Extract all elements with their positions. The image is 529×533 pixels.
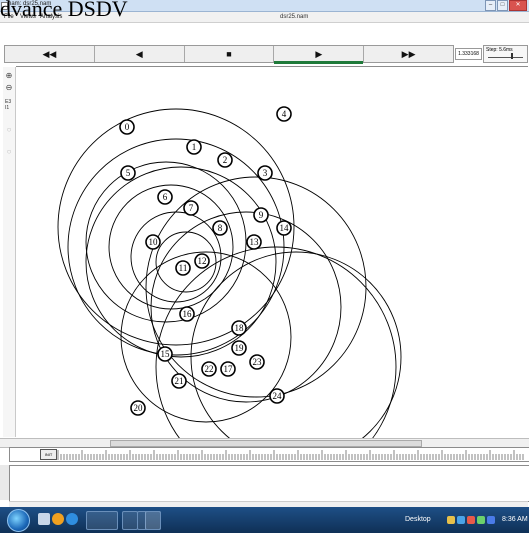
node-label: 23 bbox=[253, 357, 263, 367]
play-button[interactable]: ▶ bbox=[274, 46, 365, 64]
network-node[interactable]: 7 bbox=[183, 200, 199, 216]
zoom-out-icon[interactable]: ⊖ bbox=[5, 83, 13, 92]
step-slider-thumb[interactable] bbox=[511, 53, 513, 59]
step-label: Step: 5.6ms bbox=[486, 47, 513, 53]
step-slider-track[interactable] bbox=[488, 57, 523, 58]
tool-column: ⊕ ⊖ E3 I1 ○ ○ bbox=[3, 67, 16, 437]
network-node[interactable]: 6 bbox=[157, 189, 173, 205]
node-label: 0 bbox=[125, 122, 130, 132]
close-button[interactable]: ✕ bbox=[509, 0, 527, 11]
taskbar-app-button[interactable] bbox=[122, 511, 138, 530]
network-node[interactable]: 8 bbox=[212, 220, 228, 236]
network-node[interactable]: 19 bbox=[231, 340, 247, 356]
node-label: 9 bbox=[259, 210, 264, 220]
file-name-label: dsr25.nam bbox=[280, 14, 309, 20]
node-label: 15 bbox=[161, 349, 171, 359]
node-label: 3 bbox=[263, 168, 268, 178]
network-node[interactable]: 20 bbox=[130, 400, 146, 416]
browser-icon[interactable] bbox=[66, 513, 78, 525]
network-node[interactable]: 16 bbox=[179, 306, 195, 322]
network-node[interactable]: 4 bbox=[276, 106, 292, 122]
firefox-icon[interactable] bbox=[52, 513, 64, 525]
window-controls: – □ ✕ bbox=[485, 0, 527, 11]
network-node[interactable]: 11 bbox=[175, 260, 191, 276]
node-label: 1 bbox=[192, 142, 197, 152]
fast-forward-button[interactable]: ▶▶ bbox=[364, 46, 453, 62]
maximize-button[interactable]: □ bbox=[497, 0, 508, 11]
node-label: 24 bbox=[273, 391, 283, 401]
step-back-button[interactable]: ◀ bbox=[95, 46, 185, 62]
node-label: 21 bbox=[175, 376, 184, 386]
node-label: 17 bbox=[224, 364, 234, 374]
network-node[interactable]: 2 bbox=[217, 152, 233, 168]
tray-icon[interactable] bbox=[467, 516, 475, 524]
node-label: 11 bbox=[179, 263, 188, 273]
playback-controls: ◀◀ ◀ ■ ▶ ▶▶ bbox=[4, 45, 454, 64]
range-circle bbox=[190, 251, 402, 463]
time-readout: 1.333168 bbox=[455, 48, 482, 60]
taskbar-folder-button[interactable] bbox=[86, 511, 118, 530]
node-label: 12 bbox=[198, 256, 207, 266]
clock: 8:36 AM bbox=[502, 516, 528, 523]
taskbar-app-icon[interactable] bbox=[38, 513, 50, 525]
network-node[interactable]: 23 bbox=[249, 354, 265, 370]
node-label: 14 bbox=[280, 223, 290, 233]
node-label: 16 bbox=[183, 309, 193, 319]
network-node[interactable]: 10 bbox=[145, 234, 161, 250]
network-canvas[interactable]: 0 1 2 3 4 5 6 7 8 9 10 11 12 13 14 15 16 17 18 19 20 21 22 23 24 bbox=[16, 66, 528, 488]
network-node[interactable]: 22 bbox=[201, 361, 217, 377]
node-label: 4 bbox=[282, 109, 287, 119]
network-node[interactable]: 18 bbox=[231, 320, 247, 336]
minimize-button[interactable]: – bbox=[485, 0, 496, 11]
tool-circle-icon-2[interactable]: ○ bbox=[5, 147, 13, 156]
node-label: 13 bbox=[250, 237, 260, 247]
ruler-ticks bbox=[57, 450, 524, 460]
stop-button[interactable]: ■ bbox=[185, 46, 275, 62]
rewind-button[interactable]: ◀◀ bbox=[5, 46, 95, 62]
overlay-caption: dvance DSDV bbox=[0, 0, 128, 21]
network-node[interactable]: 12 bbox=[194, 253, 210, 269]
start-button[interactable] bbox=[7, 509, 30, 532]
node-label: 19 bbox=[235, 343, 245, 353]
tray-icon[interactable] bbox=[447, 516, 455, 524]
node-label: 5 bbox=[126, 168, 131, 178]
scrollbar-thumb[interactable] bbox=[110, 440, 422, 447]
zoom-in-icon[interactable]: ⊕ bbox=[5, 71, 13, 80]
node-label: 7 bbox=[189, 203, 194, 213]
taskbar: Desktop 8:36 AM bbox=[0, 507, 529, 533]
annotation-gutter bbox=[0, 465, 9, 500]
network-node[interactable]: 13 bbox=[246, 234, 262, 250]
node-layer: 0123456789101112131415161718192021222324 bbox=[119, 106, 292, 416]
network-node[interactable]: 1 bbox=[186, 139, 202, 155]
network-node[interactable]: 5 bbox=[120, 165, 136, 181]
node-label: 22 bbox=[205, 364, 214, 374]
side-label-2: I1 bbox=[5, 105, 10, 111]
node-label: 20 bbox=[134, 403, 144, 413]
network-node[interactable]: 0 bbox=[119, 119, 135, 135]
network-node[interactable]: 3 bbox=[257, 165, 273, 181]
tray-icon[interactable] bbox=[487, 516, 495, 524]
range-circle bbox=[85, 161, 247, 323]
tool-circle-icon[interactable]: ○ bbox=[5, 125, 13, 134]
network-node[interactable]: 14 bbox=[276, 220, 292, 236]
tray-icon[interactable] bbox=[457, 516, 465, 524]
taskbar-active-window[interactable] bbox=[137, 511, 161, 530]
tray-icon[interactable] bbox=[477, 516, 485, 524]
annotation-panel[interactable] bbox=[9, 465, 529, 502]
node-label: 2 bbox=[223, 155, 228, 165]
network-node[interactable]: 21 bbox=[171, 373, 187, 389]
node-label: 18 bbox=[235, 323, 245, 333]
step-control[interactable]: Step: 5.6ms bbox=[483, 45, 528, 63]
network-svg: 0123456789101112131415161718192021222324 bbox=[57, 106, 402, 488]
node-label: 10 bbox=[149, 237, 159, 247]
node-label: 8 bbox=[218, 223, 223, 233]
network-node[interactable]: 15 bbox=[157, 346, 173, 362]
network-node[interactable]: 9 bbox=[253, 207, 269, 223]
timeline-ruler[interactable]: INIT bbox=[9, 447, 529, 462]
desktop-label[interactable]: Desktop bbox=[405, 516, 431, 523]
network-node[interactable]: 17 bbox=[220, 361, 236, 377]
range-circle bbox=[57, 108, 295, 346]
node-label: 6 bbox=[163, 192, 168, 202]
network-node[interactable]: 24 bbox=[269, 388, 285, 404]
